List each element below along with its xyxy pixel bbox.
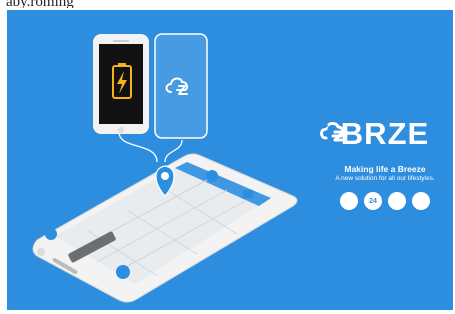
24h-icon: 24	[364, 192, 382, 210]
feature-badges: 24	[317, 118, 453, 210]
charger-phone	[93, 34, 149, 134]
no-charge-icon	[317, 118, 358, 210]
tagline: Making life a Breeze	[344, 164, 426, 174]
subline: A new solution for all our lifestyles.	[335, 175, 435, 182]
breeze-logo: BR ZE	[317, 118, 453, 150]
android-icon	[318, 120, 406, 210]
top-cropped-text: aby.roming	[6, 0, 74, 8]
apple-icon	[318, 118, 430, 210]
brand-block: BR ZE Making life a Breeze A new solution…	[317, 118, 453, 210]
main-phone	[32, 153, 298, 303]
breeze-banner: BR ZE Making life a Breeze A new solution…	[7, 10, 453, 310]
breeze-card	[154, 33, 208, 139]
